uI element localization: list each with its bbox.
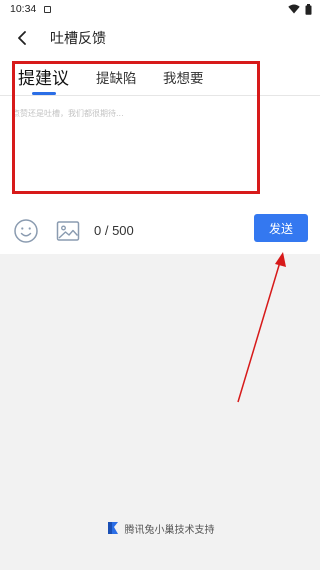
send-button[interactable]: 发送 — [254, 214, 308, 242]
feedback-card: 提建议 提缺陷 我想要 0 / 500 发送 — [0, 58, 320, 254]
tab-suggestion[interactable]: 提建议 — [18, 64, 69, 89]
back-arrow-icon — [18, 31, 26, 45]
tencent-rabbit-logo-icon — [107, 522, 118, 534]
footer-text: 腾讯兔小巢技术支持 — [124, 524, 215, 536]
feedback-page: 10:34 吐槽反馈 提建议 提缺陷 我想要 点赞还是吐槽，我们都很期待... … — [0, 0, 320, 570]
feedback-tabs: 提建议 提缺陷 我想要 — [0, 58, 320, 96]
notification-icon — [44, 5, 52, 13]
back-button[interactable] — [4, 18, 40, 58]
active-tab-indicator — [32, 92, 56, 95]
status-bar: 10:34 — [0, 0, 320, 18]
tab-bug-report[interactable]: 提缺陷 — [96, 67, 137, 87]
image-icon[interactable] — [56, 220, 80, 242]
battery-icon — [305, 3, 312, 15]
app-bar: 吐槽反馈 — [0, 18, 320, 58]
page-title: 吐槽反馈 — [50, 31, 106, 47]
status-time: 10:34 — [10, 3, 37, 15]
feedback-input[interactable] — [12, 108, 256, 184]
tab-feature-request[interactable]: 我想要 — [163, 67, 204, 87]
char-count: 0 / 500 — [94, 223, 134, 238]
wifi-icon — [288, 4, 300, 14]
status-icons — [288, 3, 312, 15]
footer: 腾讯兔小巢技术支持 — [0, 519, 320, 537]
feedback-toolbar: 0 / 500 发送 — [0, 208, 320, 254]
emoji-icon[interactable] — [13, 218, 39, 244]
